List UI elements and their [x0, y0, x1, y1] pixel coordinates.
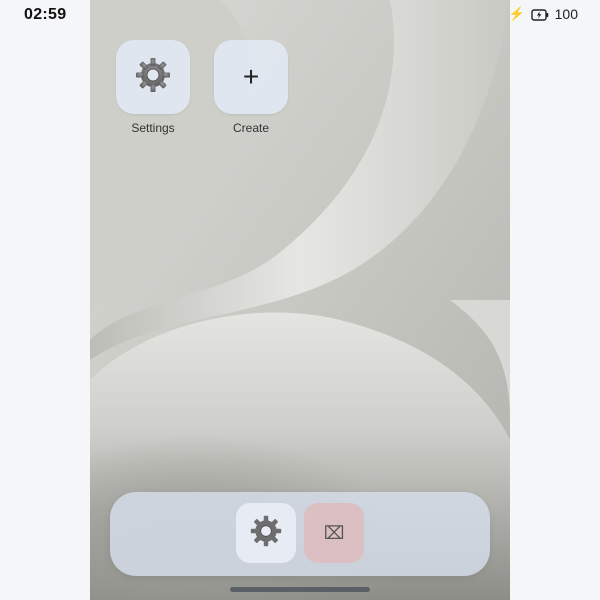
dock-settings-button[interactable] — [236, 503, 296, 563]
app-settings[interactable]: Settings — [116, 40, 190, 135]
dock: ⌧ — [110, 492, 490, 576]
status-time: 02:59 — [24, 6, 67, 23]
battery-charging-icon — [530, 8, 549, 21]
bolt-icon: ⚡ — [508, 6, 525, 21]
missing-glyph-icon: ⌧ — [323, 522, 345, 544]
status-bar: 02:59 ⚡ 100 — [0, 0, 600, 30]
gear-icon — [249, 514, 283, 553]
status-indicators: ⚡ 100 — [508, 6, 578, 22]
phone-screen: 02:59 ⚡ 100 Settings + Create ⌧ — [0, 0, 600, 600]
battery-level: 100 — [554, 6, 578, 22]
plus-icon: + — [242, 61, 260, 92]
dock-app-button[interactable]: ⌧ — [304, 503, 364, 563]
app-create[interactable]: + Create — [214, 40, 288, 135]
home-indicator[interactable] — [230, 587, 370, 592]
gear-icon — [134, 56, 172, 99]
app-create-tile[interactable]: + — [214, 40, 288, 114]
app-create-label: Create — [232, 121, 270, 135]
app-settings-tile[interactable] — [116, 40, 190, 114]
app-settings-label: Settings — [131, 121, 175, 135]
